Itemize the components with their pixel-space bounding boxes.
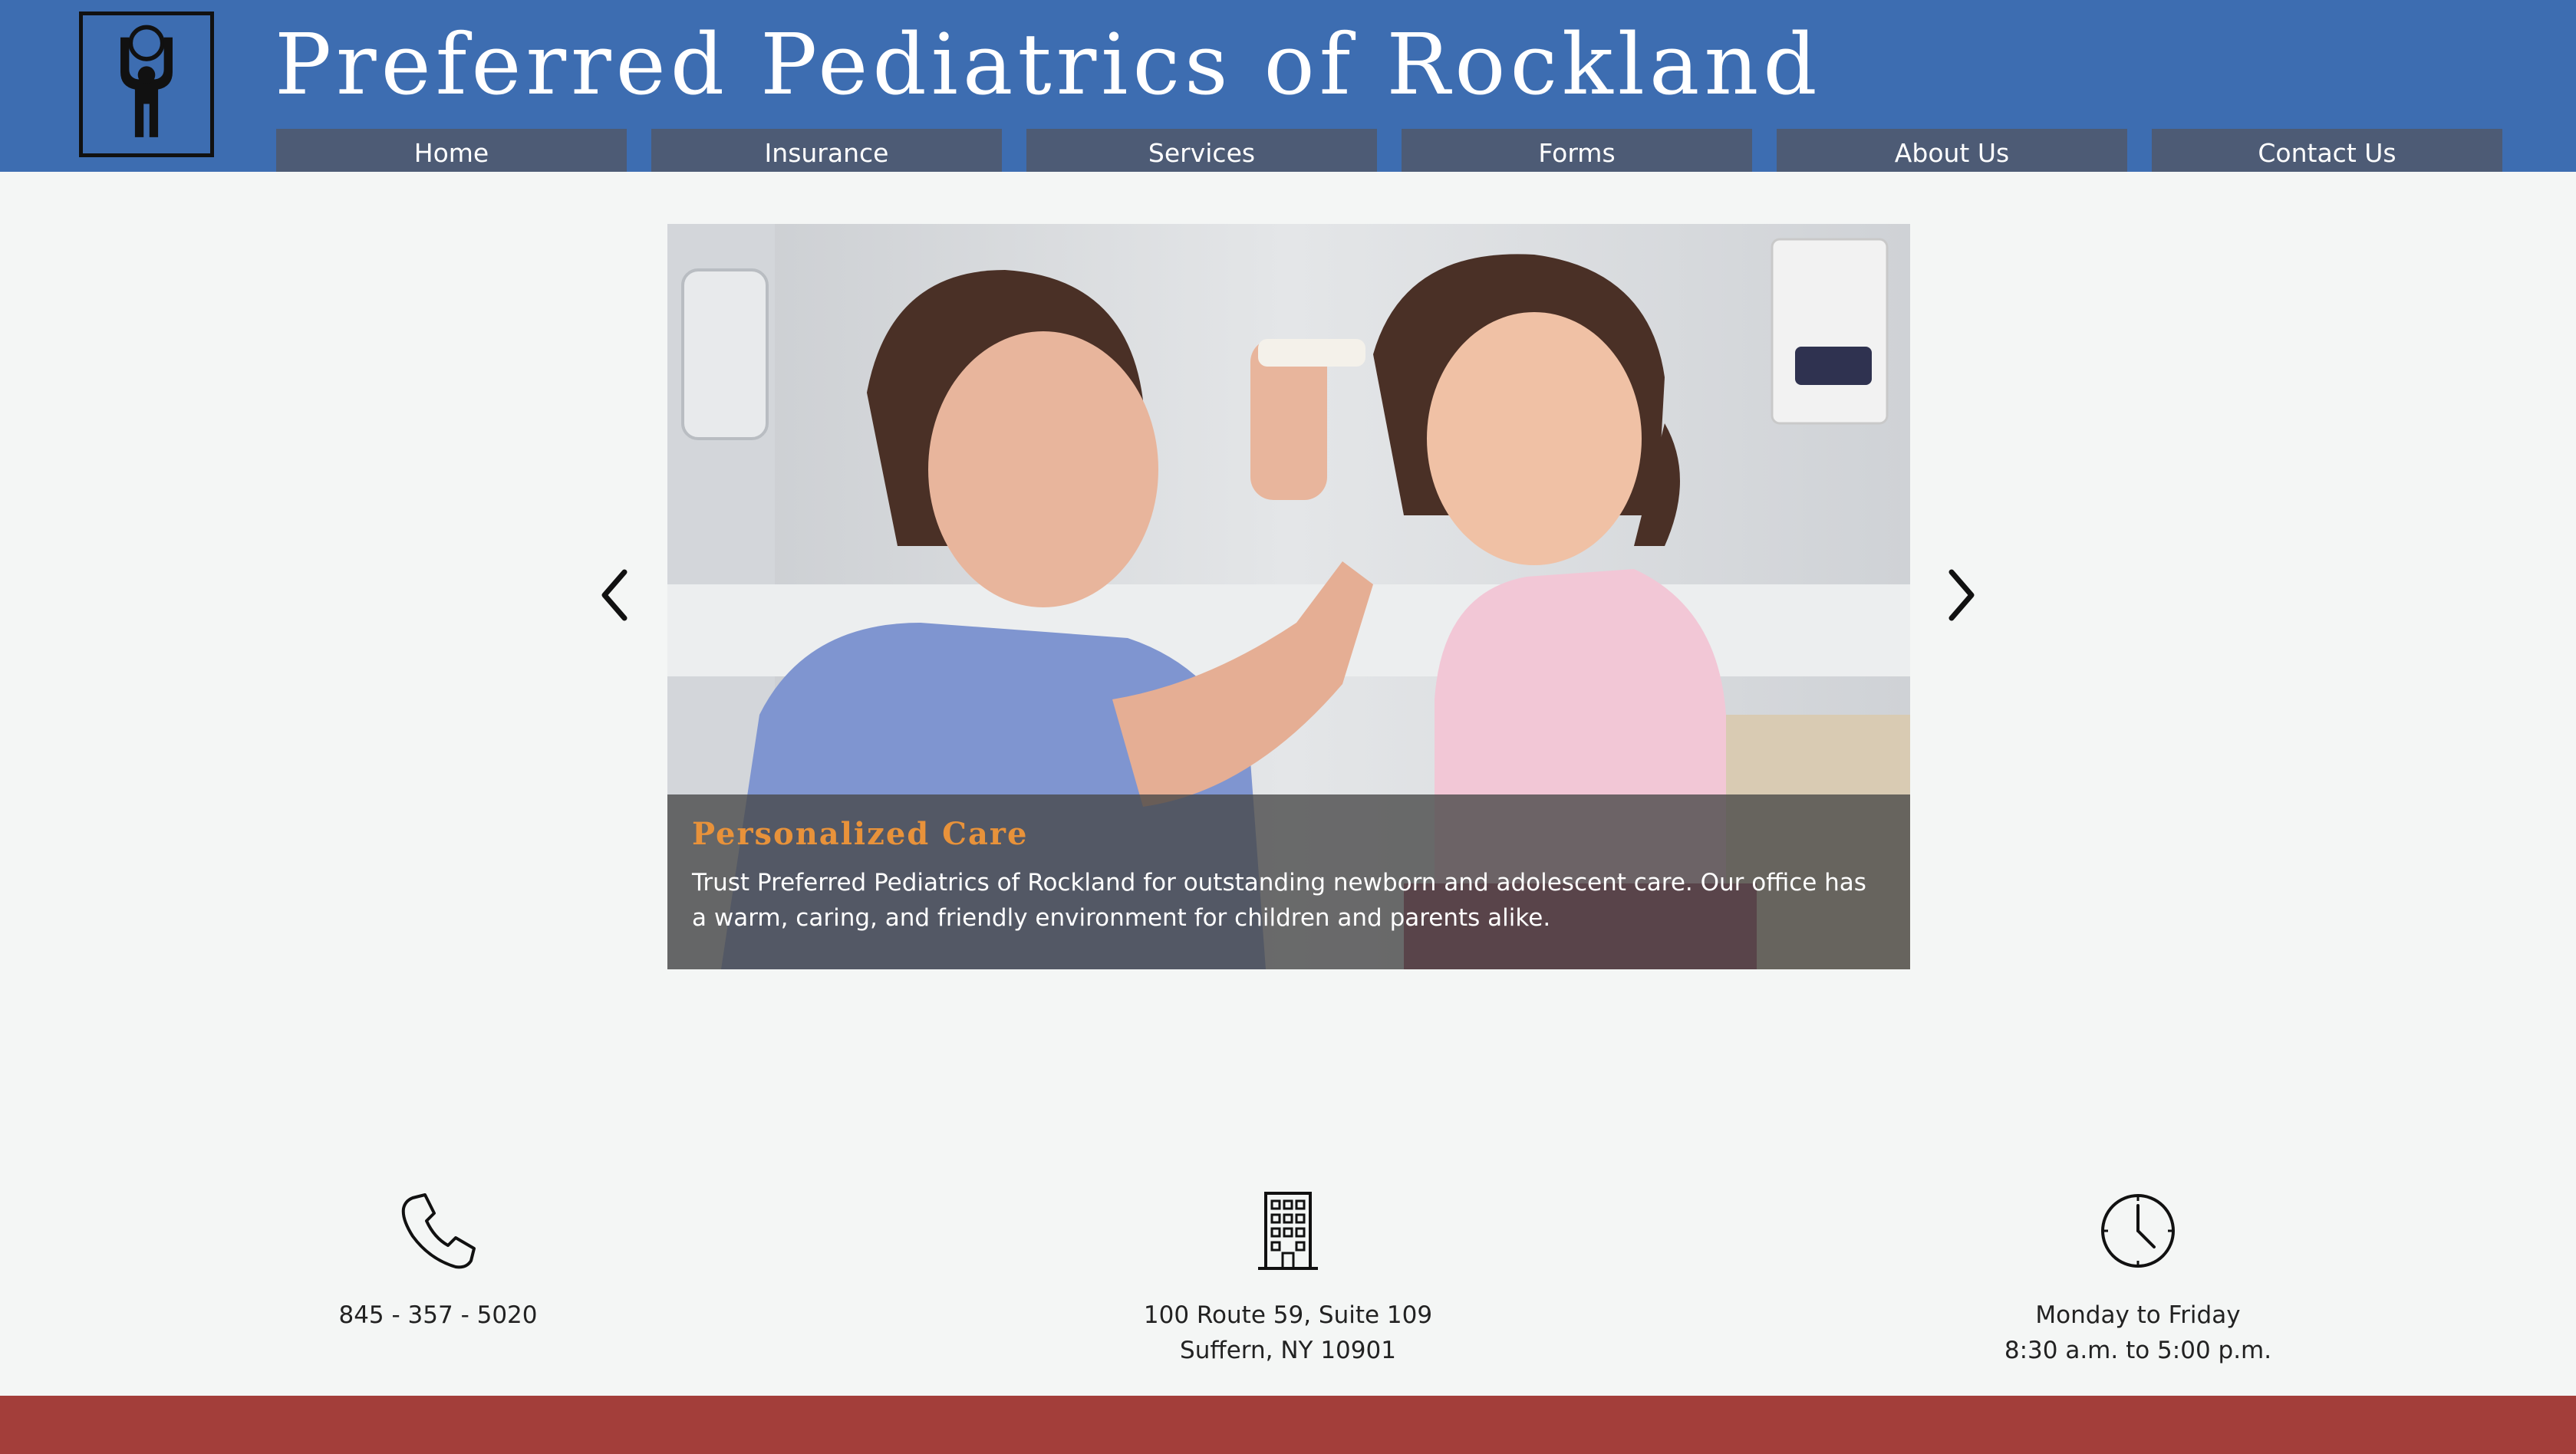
slider-next-button[interactable]: [1938, 564, 1984, 626]
slide-caption: Personalized Care Trust Preferred Pediat…: [667, 794, 1910, 969]
address-line-2: Suffern, NY 10901: [1180, 1337, 1396, 1364]
slider-prev-button[interactable]: [592, 564, 638, 626]
site-footer: [0, 1396, 2576, 1454]
slide-description: Trust Preferred Pediatrics of Rockland f…: [692, 869, 1866, 932]
chevron-right-icon: [1948, 569, 1975, 621]
nav-item-home[interactable]: Home: [276, 129, 627, 172]
main-nav: Home Insurance Services Forms About Us C…: [0, 129, 2576, 172]
nav-item-about-us[interactable]: About Us: [1777, 129, 2127, 172]
clock-icon: [2101, 1194, 2175, 1268]
hours-text: Monday to Friday 8:30 a.m. to 5:00 p.m.: [1869, 1298, 2406, 1368]
chevron-left-icon: [601, 569, 628, 621]
phone-info: 845 - 357 - 5020: [170, 1189, 707, 1333]
nav-item-contact-us[interactable]: Contact Us: [2152, 129, 2502, 172]
phone-icon: [401, 1193, 476, 1269]
hero-slider: Personalized Care Trust Preferred Pediat…: [667, 224, 1910, 969]
address-text: 100 Route 59, Suite 109 Suffern, NY 1090…: [1020, 1298, 1556, 1368]
site-title: Preferred Pediatrics of Rockland: [275, 15, 1822, 113]
address-info: 100 Route 59, Suite 109 Suffern, NY 1090…: [1020, 1189, 1556, 1368]
slide-title: Personalized Care: [692, 816, 1029, 852]
building-icon: [1258, 1192, 1318, 1270]
hours-line-1: Monday to Friday: [2035, 1301, 2241, 1329]
nav-item-insurance[interactable]: Insurance: [651, 129, 1002, 172]
nav-item-forms[interactable]: Forms: [1402, 129, 1752, 172]
nav-item-services[interactable]: Services: [1026, 129, 1377, 172]
hours-line-2: 8:30 a.m. to 5:00 p.m.: [2004, 1337, 2272, 1364]
phone-number[interactable]: 845 - 357 - 5020: [170, 1298, 707, 1333]
address-line-1: 100 Route 59, Suite 109: [1143, 1301, 1433, 1329]
hours-info: Monday to Friday 8:30 a.m. to 5:00 p.m.: [1869, 1189, 2406, 1368]
